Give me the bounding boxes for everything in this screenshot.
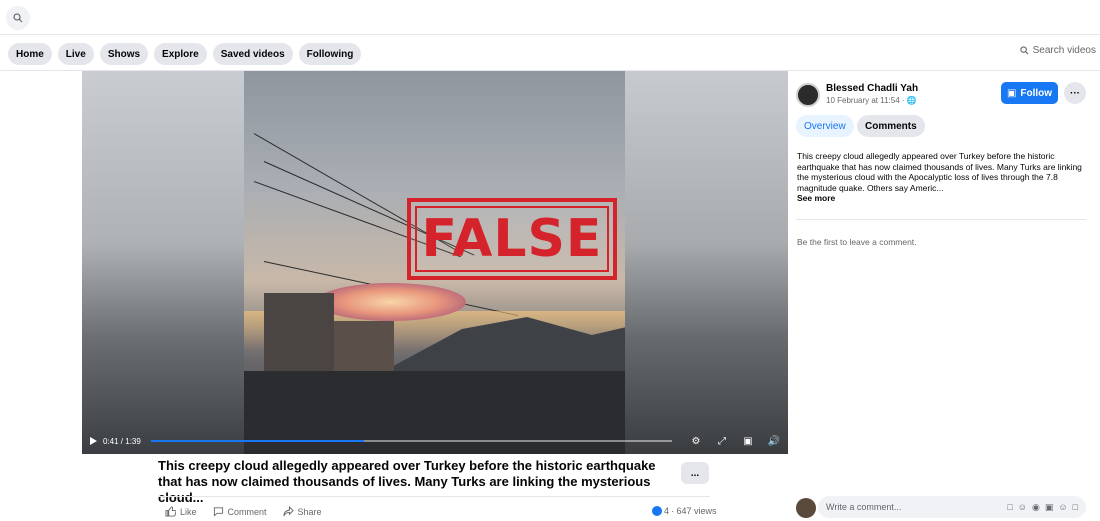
post-details-panel: Blessed Chadli Yah 10 February at 11:54 … xyxy=(788,71,1100,521)
search-videos-input[interactable]: Search videos xyxy=(1019,45,1096,56)
video-nav: Home Live Shows Explore Saved videos Fol… xyxy=(8,43,362,65)
top-divider xyxy=(0,34,1100,35)
share-button[interactable]: Share xyxy=(282,506,322,517)
comment-tools: □ ☺ ◉ ▣ ☺ □ xyxy=(1007,502,1078,513)
reactions-count: 4 xyxy=(664,506,670,516)
follow-label: Follow xyxy=(1020,87,1053,99)
comment-placeholder: Write a comment... xyxy=(826,502,902,512)
video-player[interactable]: FALSE 0:41 / 1:39 ⚙ ⤢ ▣ 🔊 xyxy=(82,71,788,454)
video-blur-left xyxy=(82,71,244,454)
tab-overview[interactable]: Overview xyxy=(796,115,854,137)
like-icon xyxy=(165,506,176,517)
follow-button[interactable]: ▣ Follow xyxy=(1001,82,1058,104)
tab-comments[interactable]: Comments xyxy=(857,115,925,137)
video-caption: This creepy cloud allegedly appeared ove… xyxy=(158,458,656,505)
nav-saved-videos[interactable]: Saved videos xyxy=(212,43,293,65)
attachment-icon[interactable]: □ xyxy=(1073,502,1078,513)
nav-live[interactable]: Live xyxy=(57,43,94,65)
commenter-avatar xyxy=(796,498,816,518)
comment-button[interactable]: Comment xyxy=(213,506,267,517)
search-icon xyxy=(1019,46,1029,55)
false-stamp-text: FALSE xyxy=(415,206,609,272)
post-actions: Like Comment Share xyxy=(165,506,322,517)
share-icon xyxy=(282,506,294,517)
video-progress-bar[interactable] xyxy=(150,440,672,442)
video-blur-right xyxy=(625,71,788,454)
nav-following[interactable]: Following xyxy=(298,43,362,65)
fullscreen-icon[interactable]: ⤢ xyxy=(716,435,728,447)
comment-input[interactable]: Write a comment... □ ☺ ◉ ▣ ☺ □ xyxy=(818,496,1086,518)
nav-explore[interactable]: Explore xyxy=(154,43,207,65)
avatar-sticker-icon[interactable]: ☺ xyxy=(1058,502,1067,513)
camera-icon[interactable]: ◉ xyxy=(1032,502,1040,513)
lenticular-cloud xyxy=(316,283,466,321)
play-icon[interactable] xyxy=(90,437,97,445)
post-date-text: 10 February at 11:54 · xyxy=(826,96,905,105)
post-stats[interactable]: 4 · 647 views xyxy=(652,506,717,516)
post-description: This creepy cloud allegedly appeared ove… xyxy=(797,151,1089,204)
comment-icon xyxy=(213,507,223,517)
panel-divider xyxy=(796,219,1086,220)
search-videos-label: Search videos xyxy=(1032,45,1096,56)
sticker-icon[interactable]: □ xyxy=(1007,502,1012,513)
comment-label: Comment xyxy=(227,506,267,517)
caption-more-button[interactable]: ... xyxy=(681,462,709,484)
globe-icon: 🌐 xyxy=(906,96,917,105)
like-label: Like xyxy=(180,506,197,517)
nav-shows[interactable]: Shows xyxy=(99,43,149,65)
nav-home[interactable]: Home xyxy=(8,43,52,65)
post-date: 10 February at 11:54 · 🌐 xyxy=(826,96,917,105)
video-frame: FALSE xyxy=(244,71,625,454)
no-comments-text: Be the first to leave a comment. xyxy=(797,237,917,247)
share-label: Share xyxy=(297,506,322,517)
settings-icon[interactable]: ⚙ xyxy=(690,435,702,447)
emoji-icon[interactable]: ☺ xyxy=(1018,502,1027,513)
author-avatar[interactable] xyxy=(796,83,820,107)
action-divider xyxy=(158,496,710,497)
video-controls: 0:41 / 1:39 ⚙ ⤢ ▣ 🔊 xyxy=(82,428,788,454)
like-reaction-icon xyxy=(652,506,662,516)
search-icon xyxy=(13,13,23,23)
more-options-button[interactable]: ··· xyxy=(1064,82,1086,104)
follow-icon: ▣ xyxy=(1006,87,1017,99)
false-stamp: FALSE xyxy=(407,198,617,280)
see-more-link[interactable]: See more xyxy=(797,193,1089,204)
gif-icon[interactable]: ▣ xyxy=(1045,502,1054,513)
post-description-text: This creepy cloud allegedly appeared ove… xyxy=(797,151,1082,193)
volume-icon[interactable]: 🔊 xyxy=(768,435,780,447)
video-progress-fill xyxy=(150,440,365,442)
video-time: 0:41 / 1:39 xyxy=(103,436,141,446)
views-count: · 647 views xyxy=(671,506,717,516)
like-button[interactable]: Like xyxy=(165,506,197,517)
author-name[interactable]: Blessed Chadli Yah xyxy=(826,83,918,94)
top-search-button[interactable] xyxy=(6,6,30,30)
pip-icon[interactable]: ▣ xyxy=(742,435,754,447)
